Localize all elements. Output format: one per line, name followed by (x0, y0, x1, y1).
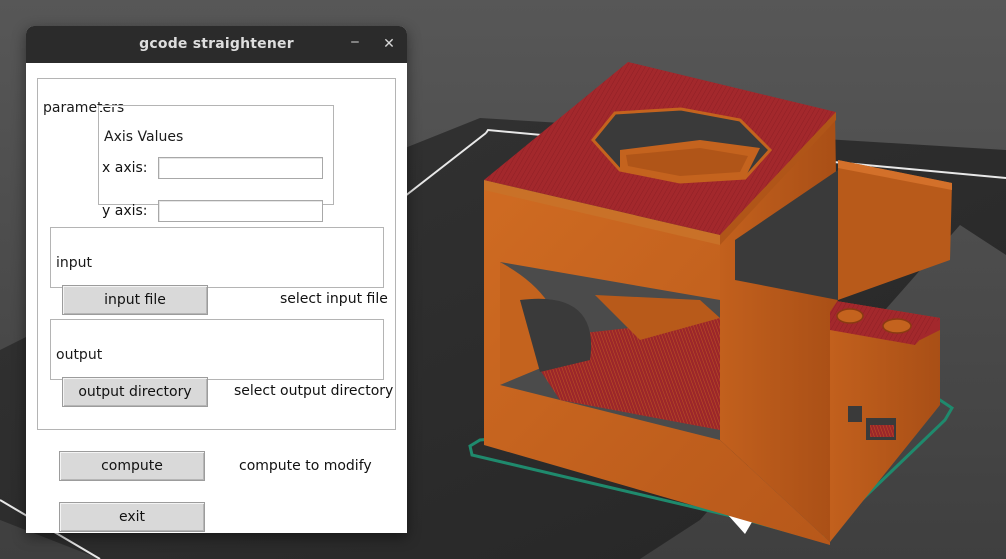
x-axis-label: x axis: (102, 160, 148, 176)
x-axis-input[interactable] (158, 157, 323, 179)
compute-button[interactable]: compute (59, 451, 205, 481)
output-directory-button[interactable]: output directory (62, 377, 208, 407)
y-axis-input[interactable] (158, 200, 323, 222)
compute-status: compute to modify (239, 458, 372, 474)
close-icon[interactable]: ✕ (379, 34, 399, 54)
window-content: parameters Axis Values x axis: y axis: i… (26, 63, 407, 533)
title-bar[interactable]: gcode straightener ‒ ✕ (26, 26, 407, 63)
output-label: output (55, 347, 104, 363)
axis-values-label: Axis Values (103, 129, 185, 145)
axis-values-frame (98, 105, 334, 205)
input-label: input (55, 255, 94, 271)
input-file-button[interactable]: input file (62, 285, 208, 315)
y-axis-label: y axis: (102, 203, 148, 219)
input-file-status: select input file (280, 291, 388, 307)
gcode-straightener-window: gcode straightener ‒ ✕ parameters Axis V… (26, 26, 407, 533)
minimize-icon[interactable]: ‒ (345, 32, 365, 52)
exit-button[interactable]: exit (59, 502, 205, 532)
input-frame (50, 227, 384, 288)
output-directory-status: select output directory (234, 383, 394, 399)
